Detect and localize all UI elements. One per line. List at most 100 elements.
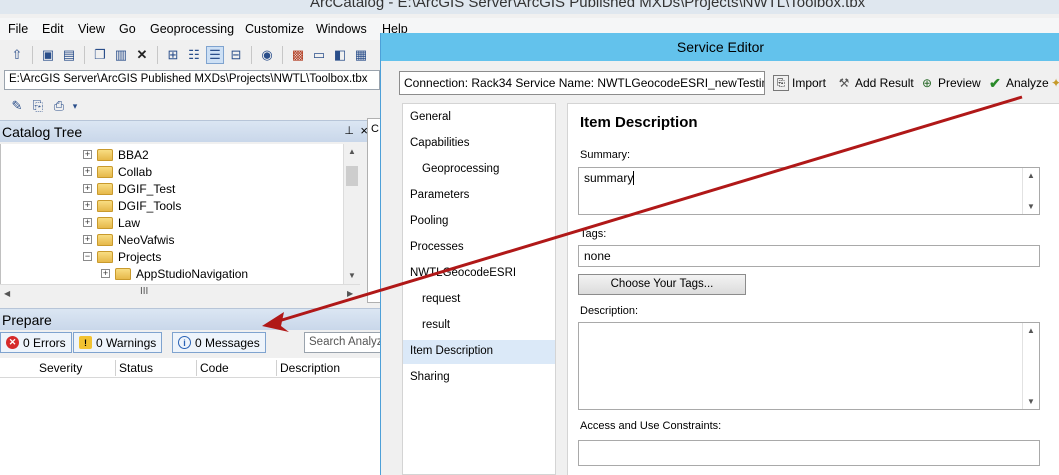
nav-general[interactable]: General <box>403 106 555 130</box>
expand-icon[interactable]: + <box>83 235 92 244</box>
search-window-icon[interactable]: ◉ <box>258 46 276 64</box>
main-window-title: ArcCatalog - E:\ArcGIS Server\ArcGIS Pub… <box>310 0 866 11</box>
service-editor-title-bar[interactable]: Service Editor <box>381 33 1059 61</box>
tree-item-label: BBA2 <box>118 147 149 162</box>
nav-result[interactable]: result <box>403 314 555 338</box>
tree-vertical-scrollbar[interactable]: ▲ ▼ <box>343 144 360 284</box>
nav-parameters[interactable]: Parameters <box>403 184 555 208</box>
tags-input[interactable]: none <box>578 245 1040 267</box>
menu-view[interactable]: View <box>78 22 105 36</box>
scroll-up-icon[interactable]: ▲ <box>348 147 356 156</box>
export-metadata-icon[interactable]: ⎙ <box>50 97 68 115</box>
folder-open-icon <box>97 250 113 263</box>
column-status[interactable]: Status <box>119 361 153 375</box>
thumbnails-view-icon[interactable]: ⊟ <box>227 46 245 64</box>
menu-go[interactable]: Go <box>119 22 136 36</box>
column-severity[interactable]: Severity <box>39 361 82 375</box>
expand-icon[interactable]: + <box>83 218 92 227</box>
nav-sharing[interactable]: Sharing <box>403 366 555 390</box>
nav-request[interactable]: request <box>403 288 555 312</box>
import-metadata-icon[interactable]: ⎘ <box>29 97 47 115</box>
large-icons-view-icon[interactable]: ⊞ <box>164 46 182 64</box>
scroll-up-icon[interactable]: ▲ <box>1027 326 1035 335</box>
description-field[interactable]: ▲ ▼ <box>578 322 1040 410</box>
import-button[interactable]: ⎘ Import <box>773 75 826 91</box>
pin-icon[interactable]: ⊥ <box>344 124 354 137</box>
scroll-down-icon[interactable]: ▼ <box>348 271 356 280</box>
catalog-tree-header: Catalog Tree ⊥ × <box>0 120 384 142</box>
publish-button-partial[interactable]: ✦ <box>1052 75 1059 91</box>
catalog-tree-title: Catalog Tree <box>2 124 83 140</box>
menu-customize[interactable]: Customize <box>245 22 304 36</box>
column-description[interactable]: Description <box>280 361 340 375</box>
summary-field[interactable]: summary ▲ ▼ <box>578 167 1040 215</box>
nav-capabilities[interactable]: Capabilities <box>403 132 555 156</box>
results-window-icon[interactable]: ▦ <box>352 46 370 64</box>
expand-icon[interactable]: + <box>83 201 92 210</box>
expand-icon[interactable]: + <box>83 150 92 159</box>
column-code[interactable]: Code <box>200 361 229 375</box>
expand-icon[interactable]: + <box>83 167 92 176</box>
disconnect-folder-icon[interactable]: ▤ <box>60 46 78 64</box>
scroll-left-icon[interactable]: ◀ <box>4 289 10 298</box>
modelbuilder-icon[interactable]: ◧ <box>331 46 349 64</box>
contents-tab-label[interactable]: C <box>371 123 379 135</box>
tree-item[interactable]: + Law <box>83 214 140 231</box>
tree-horizontal-scrollbar[interactable]: ◀ III ▶ <box>0 284 360 301</box>
connect-folder-icon[interactable]: ▣ <box>39 46 57 64</box>
menu-windows[interactable]: Windows <box>316 22 367 36</box>
summary-scrollbar[interactable]: ▲ ▼ <box>1022 168 1039 214</box>
edit-metadata-icon[interactable]: ✎ <box>8 97 26 115</box>
nav-processes[interactable]: Processes <box>403 236 555 260</box>
scroll-down-icon[interactable]: ▼ <box>1027 202 1035 211</box>
tree-item-label: Collab <box>118 164 153 179</box>
scroll-thumb[interactable] <box>346 166 358 186</box>
tree-item[interactable]: − Projects <box>83 248 161 265</box>
list-view-icon[interactable]: ☷ <box>185 46 203 64</box>
tree-item[interactable]: + DGIF_Tools <box>83 197 181 214</box>
tree-item[interactable]: + Collab <box>83 163 152 180</box>
scroll-up-icon[interactable]: ▲ <box>1027 171 1035 180</box>
up-one-level-icon[interactable]: ⇧ <box>8 46 26 64</box>
arctoolbox-icon[interactable]: ▩ <box>289 46 307 64</box>
tree-item[interactable]: + BBA2 <box>83 146 149 163</box>
messages-count: 0 Messages <box>195 335 260 350</box>
column-divider <box>115 360 116 376</box>
warnings-filter-button[interactable]: ! 0 Warnings <box>73 332 163 353</box>
delete-icon[interactable]: ✕ <box>133 46 151 64</box>
scroll-down-icon[interactable]: ▼ <box>1027 397 1035 406</box>
menu-edit[interactable]: Edit <box>42 22 64 36</box>
python-window-icon[interactable]: ▭ <box>310 46 328 64</box>
folder-icon <box>97 199 113 212</box>
scroll-right-icon[interactable]: ▶ <box>347 289 353 298</box>
nav-pooling[interactable]: Pooling <box>403 210 555 234</box>
analyze-button[interactable]: ✔ Analyze <box>987 75 1049 91</box>
menu-geoprocessing[interactable]: Geoprocessing <box>150 22 234 36</box>
search-analyze-input[interactable]: Search Analyze <box>304 332 384 353</box>
preview-button[interactable]: ⊕ Preview <box>919 75 981 91</box>
menu-file[interactable]: File <box>8 22 28 36</box>
access-constraints-field[interactable] <box>578 440 1040 466</box>
toolbar-options-chevron-icon[interactable]: ▾ <box>71 97 79 115</box>
tree-item[interactable]: + DGIF_Test <box>83 180 175 197</box>
nav-geoprocessing[interactable]: Geoprocessing <box>403 158 555 182</box>
messages-filter-button[interactable]: i 0 Messages <box>172 332 266 353</box>
location-input[interactable]: E:\ArcGIS Server\ArcGIS Published MXDs\P… <box>4 70 380 90</box>
nav-nwtlgeocodeesri[interactable]: NWTLGeocodeESRI <box>403 262 555 286</box>
tree-item[interactable]: + AppStudioNavigation <box>101 265 248 282</box>
add-result-button[interactable]: ⚒ Add Result <box>836 75 914 91</box>
toolbar-separator <box>32 46 33 64</box>
tree-item[interactable]: + NeoVafwis <box>83 231 174 248</box>
nav-item-description[interactable]: Item Description <box>403 340 555 364</box>
paste-icon[interactable]: ▥ <box>112 46 130 64</box>
errors-filter-button[interactable]: ✕ 0 Errors <box>0 332 72 353</box>
expand-icon[interactable]: + <box>101 269 110 278</box>
collapse-icon[interactable]: − <box>83 252 92 261</box>
expand-icon[interactable]: + <box>83 184 92 193</box>
warnings-count: 0 Warnings <box>96 335 157 350</box>
details-view-icon[interactable]: ☰ <box>206 46 224 64</box>
choose-tags-button[interactable]: Choose Your Tags... <box>578 274 746 295</box>
scroll-thumb-grip[interactable]: III <box>140 286 148 297</box>
description-scrollbar[interactable]: ▲ ▼ <box>1022 323 1039 409</box>
copy-icon[interactable]: ❐ <box>91 46 109 64</box>
